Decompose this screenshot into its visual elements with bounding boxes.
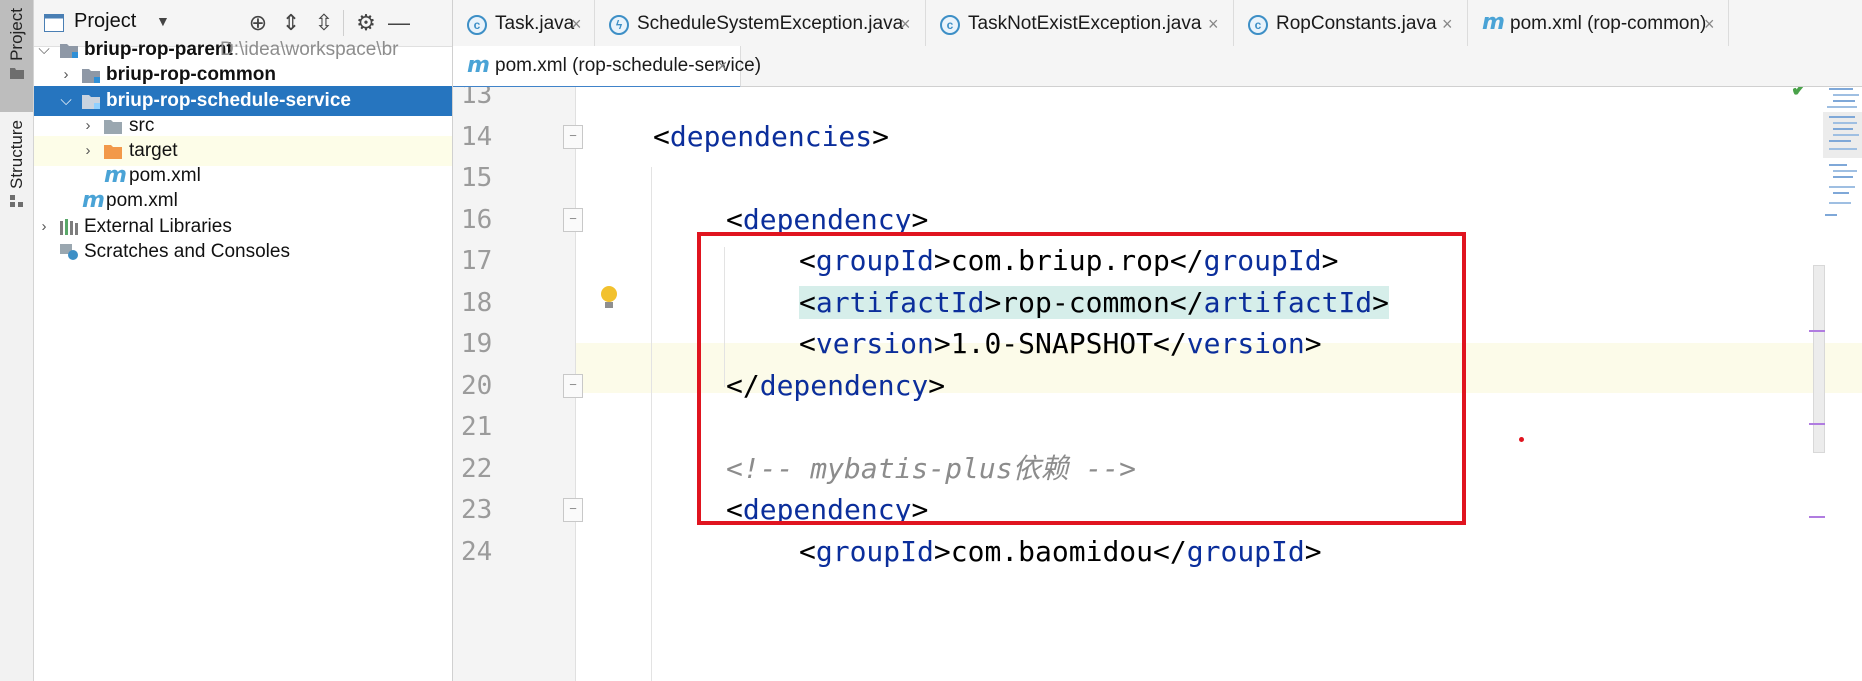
exception-icon: ϟ — [609, 15, 629, 35]
close-icon[interactable]: × — [1208, 0, 1219, 48]
scratches-icon — [60, 244, 78, 260]
toolbar-divider — [343, 10, 344, 36]
hide-icon[interactable]: — — [387, 11, 411, 35]
libraries-icon — [60, 219, 78, 235]
close-icon[interactable]: × — [717, 46, 728, 86]
project-tool-tab[interactable]: Project — [0, 0, 33, 112]
collapse-all-icon[interactable]: ⇳ — [312, 11, 336, 35]
folder-icon — [9, 67, 24, 79]
class-icon: c — [1248, 15, 1268, 35]
project-tool-tab-label: Project — [6, 8, 26, 61]
line-number: 24 — [461, 537, 493, 567]
fold-toggle-icon[interactable]: − — [563, 125, 583, 149]
module-folder-icon — [60, 44, 78, 58]
project-panel: Project ▼ ⊕ ⇕ ⇳ ⚙ — ⌵ briup-rop-parent D… — [34, 0, 453, 681]
expand-all-icon[interactable]: ⇕ — [279, 11, 303, 35]
structure-tool-tab-label: Structure — [6, 120, 26, 189]
maven-file-icon: m — [1482, 10, 1505, 35]
maven-file-icon: m — [104, 163, 127, 188]
close-icon[interactable]: × — [900, 0, 911, 48]
module-folder-icon — [82, 69, 100, 83]
structure-icon — [9, 194, 23, 207]
error-stripe-mark[interactable] — [1809, 516, 1825, 518]
tab-rop-constants[interactable]: c RopConstants.java × — [1234, 0, 1468, 46]
tab-label: pom.xml (rop-common) — [1510, 13, 1707, 34]
structure-tool-tab[interactable]: Structure — [0, 118, 33, 228]
tab-task-java[interactable]: c Task.java × — [453, 0, 595, 46]
tool-window-strip: Project Structure — [0, 0, 34, 681]
project-view-icon — [44, 14, 64, 32]
class-icon: c — [940, 15, 960, 35]
tab-label: Task.java — [495, 13, 575, 34]
code-line: <groupId>com.baomidou</groupId> — [799, 535, 1322, 568]
check-icon[interactable]: ✔ — [1791, 87, 1808, 102]
code-line: <dependencies> — [653, 120, 890, 153]
fold-toggle-icon[interactable]: − — [563, 374, 583, 398]
chevron-down-icon[interactable]: ▼ — [156, 13, 170, 29]
tab-label: TaskNotExistException.java — [968, 13, 1202, 34]
module-folder-icon — [82, 95, 100, 109]
tree-item-scratches[interactable]: Scratches and Consoles — [34, 237, 452, 267]
fold-toggle-icon[interactable]: − — [563, 498, 583, 522]
close-icon[interactable]: × — [1442, 0, 1453, 48]
error-stripe-mark[interactable] — [1809, 330, 1825, 332]
tab-pom-rop-common[interactable]: m pom.xml (rop-common) × — [1468, 0, 1729, 46]
editor-tab-bar: c Task.java × ϟ ScheduleSystemException.… — [453, 0, 1862, 47]
tab-label: ScheduleSystemException.java — [637, 13, 904, 34]
close-icon[interactable]: × — [1704, 0, 1715, 48]
folder-icon — [104, 120, 122, 134]
maven-file-icon: m — [467, 53, 490, 78]
project-view-selector[interactable]: Project — [74, 10, 136, 33]
tab-label: RopConstants.java — [1276, 13, 1437, 34]
tab-task-not-exist-exception[interactable]: c TaskNotExistException.java × — [926, 0, 1234, 46]
code-editor[interactable]: 13 14 15 16 17 18 19 20 21 22 23 24 − − … — [453, 87, 1862, 681]
fold-toggle-icon[interactable]: − — [563, 208, 583, 232]
tab-pom-rop-schedule-service[interactable]: m pom.xml (rop-schedule-service) × — [453, 46, 761, 89]
gear-icon[interactable]: ⚙ — [354, 11, 378, 35]
editor-tab-bar-row2: m pom.xml (rop-schedule-service) × — [453, 46, 1862, 89]
tree-item-label: Scratches and Consoles — [84, 241, 290, 262]
locate-icon[interactable]: ⊕ — [246, 11, 270, 35]
minimap[interactable] — [1823, 87, 1862, 244]
annotation-dot — [1519, 437, 1524, 442]
indent-guide — [651, 167, 652, 681]
excluded-folder-icon — [104, 145, 122, 159]
class-icon: c — [467, 15, 487, 35]
maven-file-icon: m — [82, 188, 105, 213]
error-stripe-mark[interactable] — [1809, 423, 1825, 425]
lightbulb-icon[interactable] — [600, 285, 618, 311]
close-icon[interactable]: × — [571, 0, 582, 48]
highlight-annotation-box — [697, 232, 1466, 525]
tab-schedule-system-exception[interactable]: ϟ ScheduleSystemException.java × — [595, 0, 926, 46]
